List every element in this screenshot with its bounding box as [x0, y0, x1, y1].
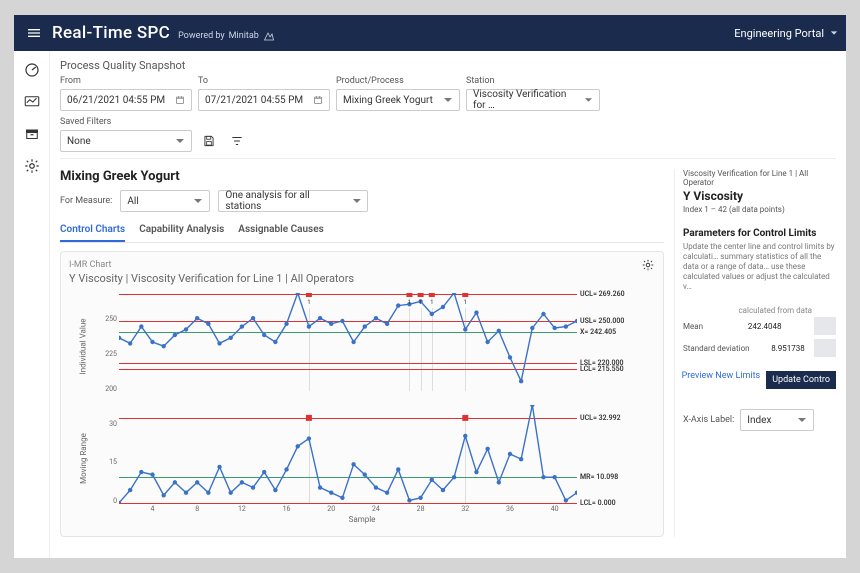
tabs: Control Charts Capability Analysis Assigna… [60, 224, 664, 243]
parameter-title: Y Viscosity [683, 189, 836, 203]
svg-text:1: 1 [464, 299, 467, 306]
calendar-icon [313, 95, 323, 105]
caret-down-icon [830, 29, 838, 37]
from-label: From [60, 76, 192, 86]
tab-capability-analysis[interactable]: Capability Analysis [139, 224, 224, 242]
svg-text:1: 1 [419, 299, 422, 306]
portal-dropdown[interactable]: Engineering Portal [734, 27, 838, 40]
calendar-icon [175, 95, 185, 105]
chart-card: I-MR Chart Y Viscosity | Viscosity Verif… [60, 251, 664, 537]
to-label: To [198, 76, 330, 86]
menu-icon[interactable] [22, 21, 46, 45]
chart-type-label: I-MR Chart [69, 260, 655, 270]
saved-filters-label: Saved Filters [60, 117, 192, 127]
preview-limits-link[interactable]: Preview New Limits [682, 371, 761, 389]
right-panel: Viscosity Verification for Line 1 | All … [674, 169, 836, 537]
analysis-scope-select[interactable]: One analysis for all stations [218, 190, 368, 212]
to-datetime[interactable]: 07/21/2021 04:55 PM [198, 89, 330, 111]
archive-icon[interactable] [23, 125, 41, 143]
sd-input[interactable] [814, 339, 836, 357]
caret-down-icon [584, 95, 593, 105]
filter-list-button[interactable] [226, 130, 248, 152]
minitab-logo-icon [263, 30, 275, 42]
caret-down-icon [175, 136, 185, 146]
x-axis-label: Sample [69, 515, 655, 524]
top-bar: Real-Time SPC Powered by Minitab Enginee… [14, 15, 846, 51]
svg-text:1: 1 [408, 299, 411, 306]
product-title: Mixing Greek Yogurt [60, 169, 664, 184]
individual-value-plot: Individual Value UCL= 269.260USL= 250.00… [69, 291, 655, 401]
gear-icon[interactable] [23, 157, 41, 175]
moving-range-plot: Moving Range UCL= 32.992MR= 10.098LCL= 0… [69, 403, 655, 513]
caret-down-icon [443, 95, 453, 105]
caret-down-icon [352, 196, 362, 206]
sd-value: 8.951738 [759, 344, 805, 353]
for-measure-label: For Measure: [60, 196, 112, 206]
save-filter-button[interactable] [198, 130, 220, 152]
chart-settings-icon[interactable] [641, 258, 655, 272]
mean-input[interactable] [814, 317, 836, 335]
x-axis-label-select[interactable]: Index [740, 409, 814, 431]
saved-filters-select[interactable]: None [60, 130, 192, 152]
left-rail [14, 51, 50, 558]
tab-control-charts[interactable]: Control Charts [60, 224, 125, 242]
product-process-label: Product/Process [336, 76, 460, 86]
mean-value: 242.4048 [736, 322, 782, 331]
caret-down-icon [193, 196, 203, 206]
brand: Real-Time SPC Powered by Minitab [52, 23, 734, 43]
station-select[interactable]: Viscosity Verification for … [466, 89, 600, 111]
measure-select[interactable]: All [120, 190, 210, 212]
station-label: Station [466, 76, 600, 86]
portal-label: Engineering Portal [734, 27, 824, 40]
gauge-icon[interactable] [23, 61, 41, 79]
brand-subtitle: Powered by Minitab [178, 30, 275, 42]
caret-down-icon [797, 415, 807, 425]
product-process-select[interactable]: Mixing Greek Yogurt [336, 89, 460, 111]
tab-assignable-causes[interactable]: Assignable Causes [238, 224, 323, 242]
page-section-title: Process Quality Snapshot [60, 59, 836, 72]
from-datetime[interactable]: 06/21/2021 04:55 PM [60, 89, 192, 111]
monitor-chart-icon[interactable] [23, 93, 41, 111]
chart-title: Y Viscosity | Viscosity Verification for… [69, 272, 655, 285]
brand-title: Real-Time SPC [52, 23, 170, 43]
update-control-button[interactable]: Update Contro [766, 371, 836, 389]
svg-text:1: 1 [430, 299, 433, 306]
svg-text:1: 1 [307, 299, 310, 306]
